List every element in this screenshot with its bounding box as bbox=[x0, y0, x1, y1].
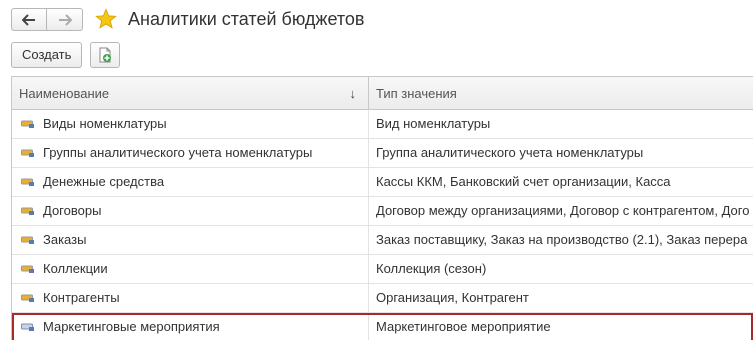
sort-desc-icon: ↓ bbox=[349, 86, 357, 101]
table-header: Наименование ↓ Тип значения bbox=[12, 77, 753, 110]
cell-type: Маркетинговое мероприятие bbox=[376, 319, 551, 334]
table-row[interactable]: Группы аналитического учета номенклатуры… bbox=[12, 139, 753, 168]
cell-name: Контрагенты bbox=[12, 284, 369, 312]
back-button[interactable] bbox=[11, 8, 47, 31]
table-row[interactable]: Виды номенклатуры Вид номенклатуры bbox=[12, 110, 753, 139]
copy-add-button[interactable] bbox=[90, 42, 121, 68]
table-row[interactable]: Договоры Договор между организациями, До… bbox=[12, 197, 753, 226]
item-icon bbox=[21, 323, 34, 331]
cell-type: Организация, Контрагент bbox=[376, 290, 529, 305]
item-icon bbox=[21, 265, 34, 273]
cell-type: Группа аналитического учета номенклатуры bbox=[376, 145, 644, 160]
toolbar: Создать bbox=[11, 42, 121, 68]
cell-name: Группы аналитического учета номенклатуры bbox=[12, 139, 369, 167]
cell-type: Договор между организациями, Договор с к… bbox=[376, 203, 750, 218]
cell-text: Группы аналитического учета номенклатуры bbox=[43, 145, 313, 160]
item-icon bbox=[21, 236, 34, 244]
item-icon bbox=[21, 207, 34, 215]
table-row[interactable]: Денежные средства Кассы ККМ, Банковский … bbox=[12, 168, 753, 197]
cell-text: Виды номенклатуры bbox=[43, 116, 167, 131]
copy-add-icon bbox=[99, 47, 112, 63]
cell-name: Договоры bbox=[12, 197, 369, 225]
cell-name: Денежные средства bbox=[12, 168, 369, 196]
cell-type: Коллекция (сезон) bbox=[376, 261, 487, 276]
cell-type: Заказ поставщику, Заказ на производство … bbox=[376, 232, 748, 247]
column-header-label: Наименование bbox=[19, 86, 110, 101]
cell-name: Заказы bbox=[12, 226, 369, 254]
table-row-selected[interactable]: Маркетинговые мероприятия Маркетинговое … bbox=[12, 313, 753, 340]
cell-text: Заказы bbox=[43, 232, 87, 247]
cell-text: Контрагенты bbox=[43, 290, 120, 305]
column-header-type[interactable]: Тип значения bbox=[369, 77, 753, 110]
table-row[interactable]: Контрагенты Организация, Контрагент bbox=[12, 284, 753, 313]
arrow-right-icon bbox=[58, 13, 72, 26]
cell-type: Вид номенклатуры bbox=[376, 116, 491, 131]
cell-name: Коллекции bbox=[12, 255, 369, 283]
item-icon bbox=[21, 294, 34, 302]
table-row[interactable]: Коллекции Коллекция (сезон) bbox=[12, 255, 753, 284]
cell-text: Коллекции bbox=[43, 261, 108, 276]
title-bar: Аналитики статей бюджетов bbox=[0, 0, 753, 38]
cell-text: Денежные средства bbox=[43, 174, 165, 189]
cell-text: Договоры bbox=[43, 203, 102, 218]
item-icon bbox=[21, 178, 34, 186]
arrow-left-icon bbox=[22, 13, 35, 26]
cell-name: Маркетинговые мероприятия bbox=[12, 313, 369, 340]
forward-button[interactable] bbox=[47, 8, 83, 31]
item-icon bbox=[21, 149, 34, 157]
column-header-label: Тип значения bbox=[376, 86, 457, 101]
page-title: Аналитики статей бюджетов bbox=[128, 9, 365, 29]
cell-name: Виды номенклатуры bbox=[12, 110, 369, 138]
nav-buttons bbox=[11, 8, 83, 31]
column-header-name[interactable]: Наименование ↓ bbox=[12, 77, 369, 110]
table-row[interactable]: Заказы Заказ поставщику, Заказ на произв… bbox=[12, 226, 753, 255]
cell-text: Маркетинговые мероприятия bbox=[43, 319, 220, 334]
cell-type: Кассы ККМ, Банковский счет организации, … bbox=[376, 174, 671, 189]
item-icon bbox=[21, 120, 34, 128]
data-table: Наименование ↓ Тип значения Виды номенкл… bbox=[11, 76, 753, 340]
star-icon[interactable] bbox=[95, 8, 117, 30]
create-button[interactable]: Создать bbox=[11, 42, 83, 68]
